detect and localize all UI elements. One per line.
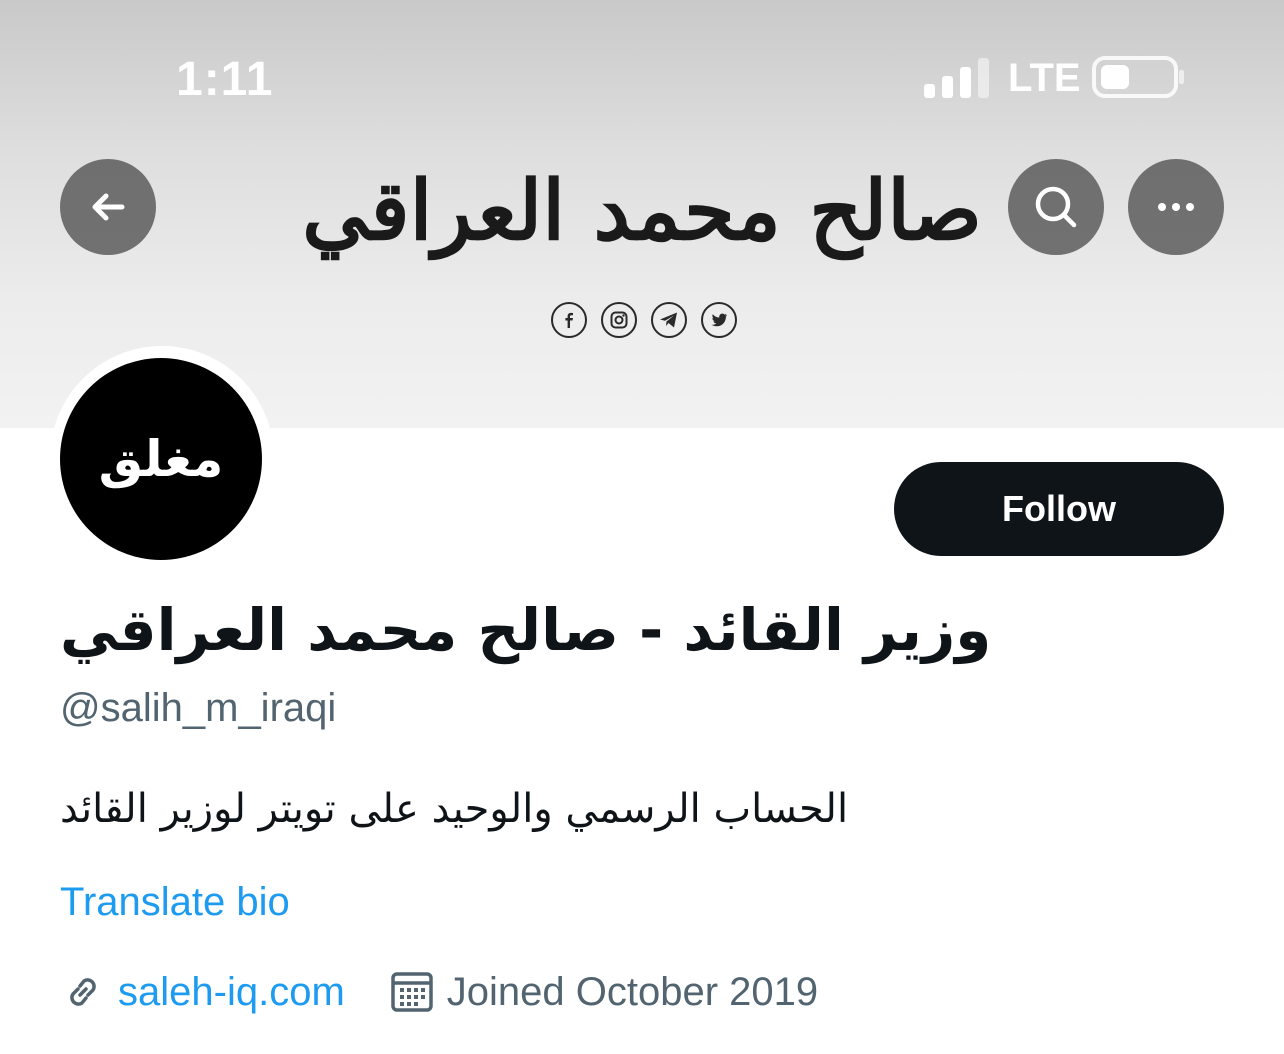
network-type: LTE xyxy=(1008,56,1081,100)
search-button[interactable] xyxy=(1008,159,1104,255)
more-options-button[interactable] xyxy=(1128,159,1224,255)
avatar[interactable]: مغلق xyxy=(60,358,262,560)
profile-meta: saleh-iq.com Joined October 2019 xyxy=(60,964,818,1020)
facebook-icon xyxy=(551,302,587,338)
banner-social-icons xyxy=(551,302,737,338)
banner-calligraphy: صالح محمد العراقي xyxy=(302,163,982,259)
telegram-icon xyxy=(651,302,687,338)
link-icon xyxy=(70,978,96,1006)
profile-bio: الحساب الرسمي والوحيد على تويتر لوزير ال… xyxy=(60,786,920,832)
website-link[interactable]: saleh-iq.com xyxy=(118,970,345,1015)
status-time: 1:11 xyxy=(176,53,274,106)
joined-date: Joined October 2019 xyxy=(446,969,819,1014)
avatar-text: مغلق xyxy=(98,430,224,488)
user-handle: @salih_m_iraqi xyxy=(60,686,337,730)
search-icon xyxy=(1035,186,1077,228)
twitter-icon xyxy=(701,302,737,338)
back-button[interactable] xyxy=(60,159,156,255)
display-name-text: وزير القائد - صالح محمد العراقي xyxy=(60,596,992,664)
calendar-icon xyxy=(391,972,433,1012)
instagram-icon xyxy=(601,302,637,338)
translate-bio-link[interactable]: Translate bio xyxy=(60,880,290,925)
cellular-signal-icon xyxy=(924,58,989,98)
arrow-left-icon xyxy=(92,193,125,221)
battery-icon xyxy=(1092,56,1184,98)
follow-button[interactable]: Follow xyxy=(894,462,1224,556)
bio-text: الحساب الرسمي والوحيد على تويتر لوزير ال… xyxy=(60,786,849,832)
more-horizontal-icon xyxy=(1158,203,1194,211)
display-name: وزير القائد - صالح محمد العراقي xyxy=(60,596,1020,672)
